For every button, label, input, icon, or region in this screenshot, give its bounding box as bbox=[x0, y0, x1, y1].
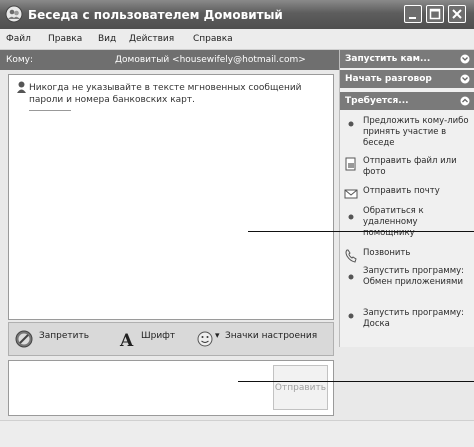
minimize-button[interactable] bbox=[404, 5, 422, 23]
security-warning: Никогда не указывайте в тексте мгновенны… bbox=[29, 83, 302, 105]
dot-icon bbox=[348, 121, 354, 127]
chevron-down-icon[interactable] bbox=[460, 74, 470, 84]
send-button[interactable]: Отправить bbox=[273, 365, 328, 410]
task-call-label: Позвонить bbox=[363, 248, 411, 258]
recipient-address[interactable]: Домовитый <housewifely@hotmail.com> bbox=[115, 55, 306, 65]
menu-bar: Файл Правка Вид Действия Справка bbox=[0, 29, 474, 50]
message-history[interactable]: Никогда не указывайте в тексте мгновенны… bbox=[8, 74, 334, 320]
panel-webcam-label: Запустить кам... bbox=[345, 54, 431, 64]
menu-help[interactable]: Справка bbox=[193, 34, 233, 44]
warning-underline bbox=[29, 110, 71, 111]
svg-text:A: A bbox=[119, 331, 134, 348]
dot-icon bbox=[348, 214, 354, 220]
task-send-mail-label: Отправить почту bbox=[363, 186, 440, 196]
task-whiteboard-label: Запустить программу: Доска bbox=[363, 308, 464, 329]
dot-icon bbox=[348, 313, 354, 319]
task-send-file-label: Отправить файл или фото bbox=[363, 156, 457, 177]
phone-icon bbox=[345, 249, 357, 263]
maximize-button[interactable] bbox=[426, 5, 444, 23]
window-title: Беседа с пользователем Домовитый bbox=[28, 8, 283, 22]
minimize-icon bbox=[409, 17, 416, 19]
block-icon bbox=[15, 330, 33, 348]
menu-actions[interactable]: Действия bbox=[129, 34, 174, 44]
panel-tasks[interactable]: Требуется... bbox=[340, 92, 474, 110]
task-remote-assistance-label: Обратиться к удаленному помощнику bbox=[363, 206, 424, 238]
recipient-bar: Кому: Домовитый <housewifely@hotmail.com… bbox=[0, 50, 339, 70]
panel-start-talk[interactable]: Начать разговор bbox=[340, 70, 474, 88]
message-input[interactable]: Отправить bbox=[8, 360, 334, 416]
task-app-sharing-label: Запустить программу: Обмен приложениями bbox=[363, 266, 464, 287]
user-warning-icon bbox=[17, 81, 26, 93]
chevron-up-icon[interactable] bbox=[460, 96, 470, 106]
callout-line-history bbox=[248, 231, 474, 232]
chevron-down-icon[interactable] bbox=[460, 54, 470, 64]
panel-tasks-label: Требуется... bbox=[345, 96, 409, 106]
status-bar bbox=[0, 420, 474, 447]
panel-start-talk-label: Начать разговор bbox=[345, 74, 432, 84]
panel-webcam[interactable]: Запустить кам... bbox=[340, 50, 474, 68]
close-icon bbox=[452, 9, 462, 19]
emoticon-icon bbox=[197, 331, 213, 347]
title-bar[interactable]: Беседа с пользователем Домовитый bbox=[0, 0, 474, 29]
menu-file[interactable]: Файл bbox=[6, 34, 31, 44]
maximize-icon bbox=[429, 8, 441, 20]
dot-icon bbox=[348, 274, 354, 280]
block-button[interactable]: Запретить bbox=[39, 331, 89, 341]
messenger-icon bbox=[5, 5, 23, 23]
emoticon-dropdown-arrow[interactable]: ▾ bbox=[215, 331, 220, 341]
message-toolbar: Запретить A Шрифт ▾ Значки настроения bbox=[8, 322, 334, 356]
file-icon bbox=[345, 157, 356, 171]
conversation-window: Беседа с пользователем Домовитый Файл Пр… bbox=[0, 0, 474, 447]
close-button[interactable] bbox=[448, 5, 466, 23]
recipient-label: Кому: bbox=[6, 55, 34, 65]
task-invite-label: Предложить кому-либо принять участие в б… bbox=[363, 116, 469, 148]
callout-line-input bbox=[238, 381, 474, 382]
mail-icon bbox=[344, 189, 358, 199]
emoticons-button[interactable]: Значки настроения bbox=[225, 331, 317, 341]
task-pane: Запустить кам... Начать разговор Требует… bbox=[339, 50, 474, 347]
menu-view[interactable]: Вид bbox=[98, 34, 116, 44]
font-button[interactable]: Шрифт bbox=[141, 331, 175, 341]
menu-edit[interactable]: Правка bbox=[48, 34, 82, 44]
font-icon: A bbox=[119, 331, 134, 348]
